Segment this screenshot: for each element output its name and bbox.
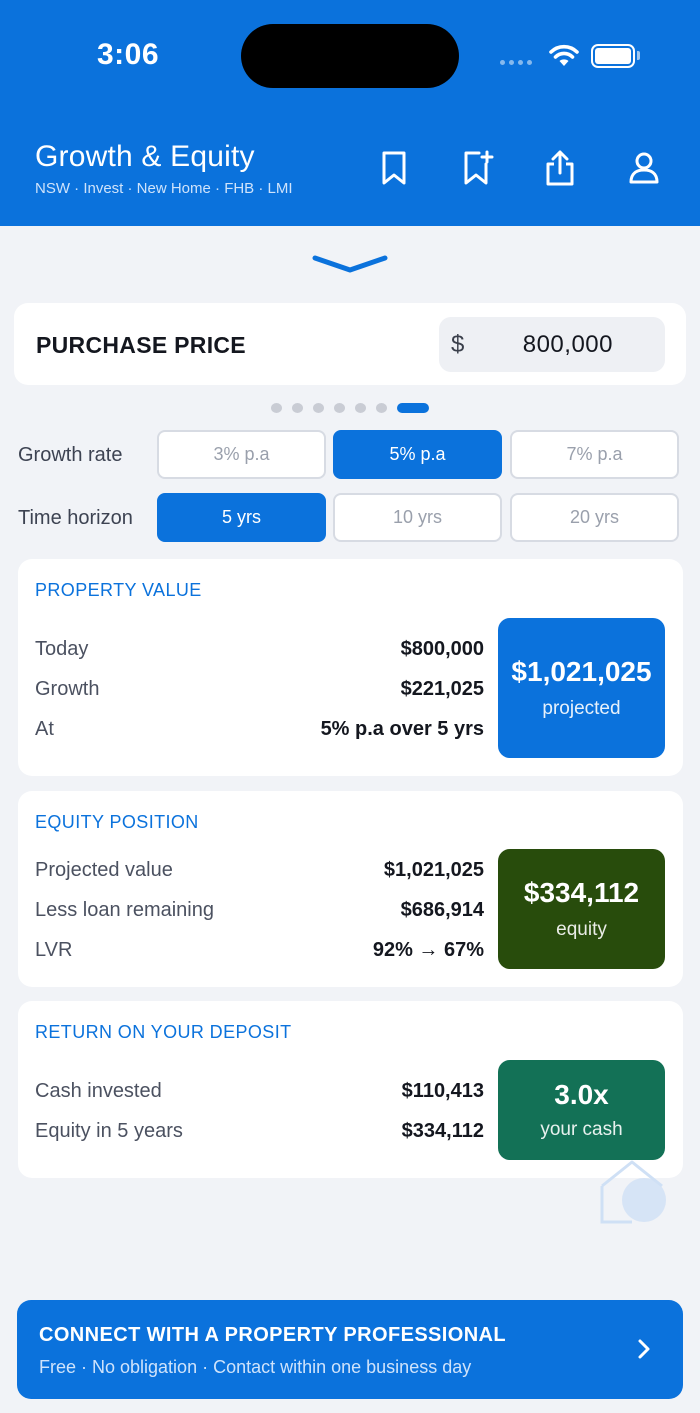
row-label-projected-value: Projected value [35,859,173,881]
return-on-deposit-card: RETURN ON YOUR DEPOSIT Cash invested $11… [18,1001,683,1178]
row-value-lvr: 92% → 67% [372,939,484,961]
row-label-loan-remaining: Less loan remaining [35,899,214,921]
cta-title: CONNECT WITH A PROPERTY PROFESSIONAL [39,1324,507,1346]
card-title: RETURN ON YOUR DEPOSIT [35,1022,292,1042]
card-title: EQUITY POSITION [35,812,199,832]
return-multiple-badge: 3.0x your cash [498,1060,665,1160]
page-dot[interactable] [376,403,387,413]
dynamic-island [241,24,459,88]
equity-badge: $334,112 equity [498,849,665,969]
purchase-price-label: PURCHASE PRICE [36,332,246,358]
page-dot[interactable] [313,403,324,413]
house-watermark-icon [600,1160,666,1224]
row-value-cash-invested: $110,413 [401,1080,484,1102]
app-header: 3:06 Growth & Equity NSW · Invest · New … [0,0,700,226]
purchase-price-card: PURCHASE PRICE $ 800,000 [14,303,686,385]
equity-caption: equity [556,919,607,940]
projected-value-badge: $1,021,025 projected [498,618,665,758]
battery-icon [591,44,635,68]
projected-caption: projected [542,698,621,719]
chevron-right-icon [638,1339,650,1359]
return-multiple-value: 3.0x [554,1079,609,1110]
connect-professional-button[interactable]: CONNECT WITH A PROPERTY PROFESSIONAL Fre… [17,1300,683,1399]
growth-option-3[interactable]: 3% p.a [157,430,326,479]
page-dot[interactable] [271,403,282,413]
horizon-option-10[interactable]: 10 yrs [333,493,502,542]
equity-position-card: EQUITY POSITION Projected value $1,021,0… [18,791,683,987]
page-dot[interactable] [334,403,345,413]
row-label-at: At [35,718,54,740]
horizon-option-5[interactable]: 5 yrs [157,493,326,542]
purchase-price-input[interactable]: $ 800,000 [439,317,665,372]
growth-rate-label: Growth rate [18,444,123,466]
page-indicator[interactable] [271,403,429,413]
row-value-today: $800,000 [400,638,484,660]
time-horizon-label: Time horizon [18,507,133,529]
cellular-signal-icon [500,60,532,65]
card-title: PROPERTY VALUE [35,580,202,600]
row-label-growth: Growth [35,678,100,700]
page-dot-active[interactable] [397,403,429,413]
horizon-option-20[interactable]: 20 yrs [510,493,679,542]
row-label-cash-invested: Cash invested [35,1080,162,1102]
property-value-card: PROPERTY VALUE Today $800,000 Growth $22… [18,559,683,776]
purchase-price-value: 800,000 [522,331,613,358]
cta-subtitle: Free · No obligation · Contact within on… [39,1357,472,1377]
status-time: 3:06 [97,38,160,71]
page-subtitle: NSW · Invest · New Home · FHB · LMI [35,180,293,197]
page-dot[interactable] [355,403,366,413]
page-title: Growth & Equity [35,140,255,173]
growth-option-5[interactable]: 5% p.a [333,430,502,479]
row-label-equity-years: Equity in 5 years [35,1120,183,1142]
row-value-loan-remaining: $686,914 [400,899,484,921]
bookmark-icon[interactable] [377,148,411,188]
page-dot[interactable] [292,403,303,413]
equity-value: $334,112 [523,877,640,908]
share-icon[interactable] [543,148,577,188]
row-value-at: 5% p.a over 5 yrs [320,718,484,740]
row-label-today: Today [35,638,89,660]
chevron-down-icon[interactable] [312,254,388,274]
row-value-equity-years: $334,112 [401,1120,484,1142]
wifi-icon [549,44,579,66]
row-label-lvr: LVR [35,939,73,961]
row-value-projected-value: $1,021,025 [383,859,484,881]
account-icon[interactable] [627,148,661,188]
return-multiple-caption: your cash [540,1119,623,1140]
row-value-growth: $221,025 [400,678,484,700]
projected-value: $1,021,025 [511,656,652,687]
growth-option-7[interactable]: 7% p.a [510,430,679,479]
currency-symbol: $ [451,331,465,358]
bookmark-add-icon[interactable] [461,148,495,188]
